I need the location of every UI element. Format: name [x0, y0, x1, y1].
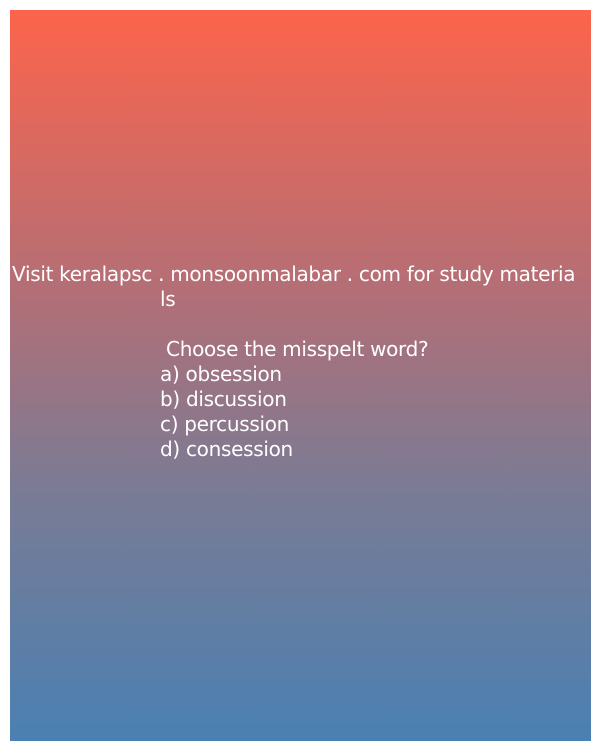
quiz-card: Visit keralapsc . monsoonmalabar . com f… — [10, 10, 591, 741]
promo-line-1: Visit keralapsc . monsoonmalabar . com f… — [12, 262, 576, 286]
option-c: c) percussion — [160, 412, 290, 436]
question-text: Choose the misspelt word? — [160, 337, 429, 361]
option-b: b) discussion — [160, 387, 287, 411]
option-a: a) obsession — [160, 362, 282, 386]
promo-line-2: ls — [160, 287, 176, 311]
question-content: Choose the misspelt word? a) obsession b… — [160, 337, 591, 462]
quiz-text-block: Visit keralapsc . monsoonmalabar . com f… — [10, 262, 591, 462]
option-d: d) consession — [160, 437, 293, 461]
promo-text: Visit keralapsc . monsoonmalabar . com f… — [10, 262, 591, 312]
